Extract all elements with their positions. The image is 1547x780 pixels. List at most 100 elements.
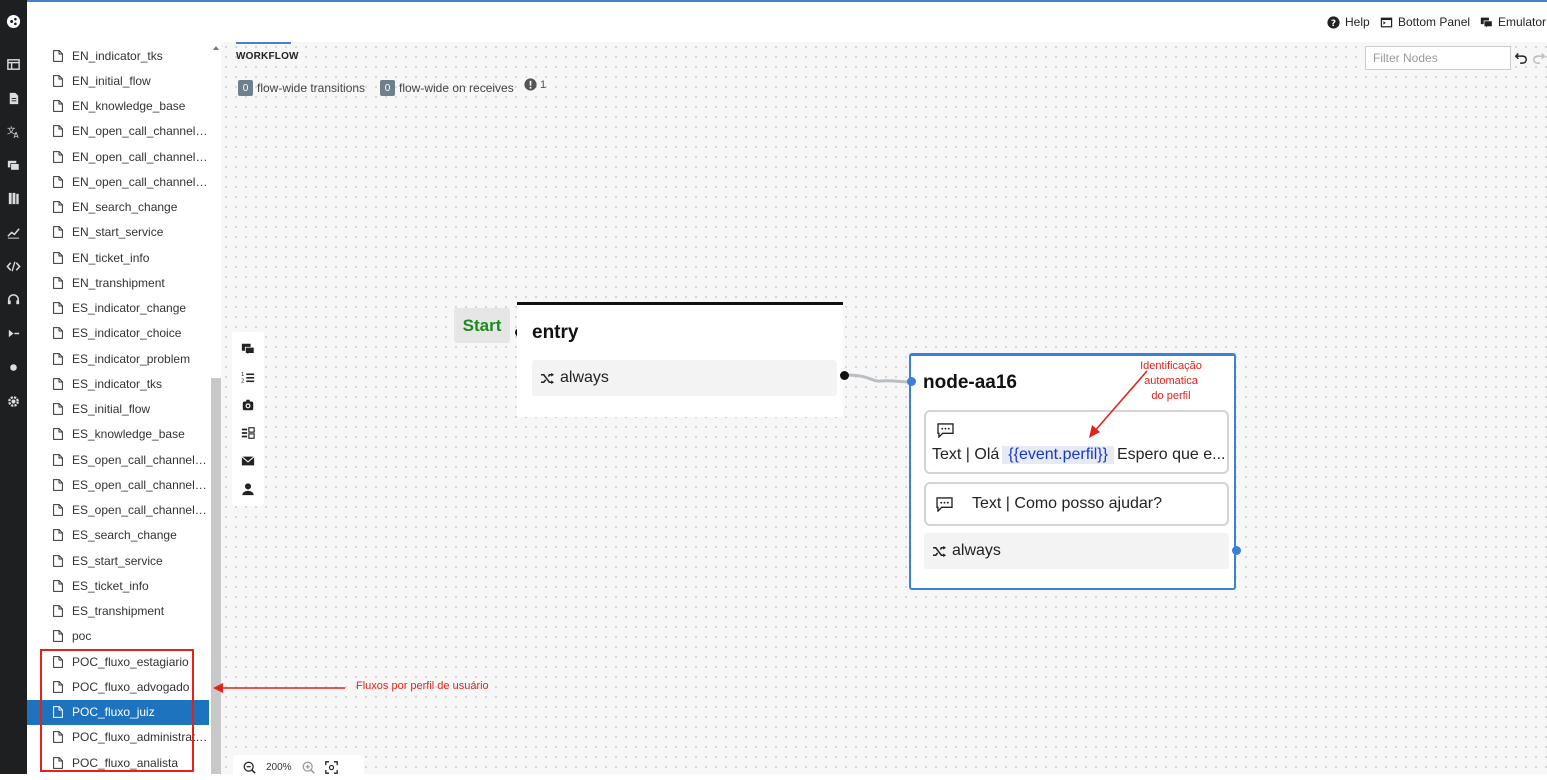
- sidebar-item-flow-file[interactable]: EN_open_call_channel_w...: [27, 169, 209, 194]
- sidebar-item-label: ES_indicator_change: [72, 301, 187, 315]
- sidebar-item-flow-file[interactable]: ES_search_change: [27, 523, 209, 548]
- nlu-icon[interactable]: [0, 322, 27, 344]
- annotation-arrow-fluxos: [213, 683, 345, 693]
- warning-icon: [524, 78, 537, 91]
- palette-robot-icon[interactable]: [232, 391, 264, 419]
- palette-email-icon[interactable]: [232, 447, 264, 475]
- flow-wide-receives-label: flow-wide on receives: [399, 81, 514, 95]
- redo-icon[interactable]: [1532, 50, 1546, 64]
- fit-to-screen-icon[interactable]: [324, 761, 338, 774]
- sidebar-item-flow-file[interactable]: EN_ticket_info: [27, 245, 209, 270]
- sidebar-item-flow-file[interactable]: ES_open_call_channel_tel...: [27, 447, 209, 472]
- sidebar-item-flow-file[interactable]: EN_open_call_channel_te...: [27, 119, 209, 144]
- document-icon[interactable]: [0, 87, 27, 109]
- sidebar-item-label: EN_open_call_channel_te...: [72, 124, 209, 139]
- zoom-controls: 200%: [233, 755, 364, 780]
- chat-icon[interactable]: [0, 154, 27, 176]
- palette-switch-icon[interactable]: [232, 419, 264, 447]
- sidebar-item-flow-file[interactable]: ES_start_service: [27, 548, 209, 573]
- terminal-icon: [1380, 17, 1393, 27]
- sidebar-item-flow-file[interactable]: EN_search_change: [27, 195, 209, 220]
- node-aa16-input-port[interactable]: [907, 377, 916, 386]
- sidebar-item-flow-file[interactable]: EN_indicator_tks: [27, 43, 209, 68]
- emulator-label: Emulator: [1498, 15, 1547, 29]
- code-icon[interactable]: [0, 255, 27, 277]
- layout-icon[interactable]: [0, 53, 27, 75]
- warning-indicator[interactable]: 1: [524, 78, 546, 91]
- sidebar-item-label: ES_ticket_info: [72, 578, 149, 593]
- sidebar-item-label: EN_open_call_channel_t...: [72, 149, 209, 164]
- entry-node-title: entry: [532, 322, 579, 343]
- message-icon: [936, 496, 953, 512]
- sidebar-item-flow-file[interactable]: ES_knowledge_base: [27, 422, 209, 447]
- sidebar-item-flow-file[interactable]: ES_ticket_info: [27, 573, 209, 598]
- message-text-1[interactable]: Text | Olá {{event.perfil}} Espero que e…: [924, 410, 1229, 474]
- sidebar-item-label: ES_indicator_tks: [72, 376, 163, 391]
- svg-text:A: A: [14, 131, 20, 139]
- translate-icon[interactable]: 文A: [0, 120, 27, 142]
- help-button[interactable]: ? Help: [1327, 13, 1370, 31]
- file-icon: [53, 605, 63, 617]
- palette-list-icon[interactable]: 12: [232, 363, 264, 391]
- entry-output-port[interactable]: [840, 371, 849, 380]
- analytics-icon[interactable]: [0, 221, 27, 243]
- sidebar-item-label: poc: [72, 629, 92, 644]
- file-icon: [53, 579, 63, 592]
- library-icon[interactable]: [0, 187, 27, 209]
- sidebar-item-flow-file[interactable]: ES_indicator_choice: [27, 321, 209, 346]
- status-dot-icon[interactable]: [0, 356, 27, 378]
- headset-icon[interactable]: [0, 288, 27, 310]
- file-icon: [53, 630, 63, 643]
- entry-transition-always[interactable]: always: [532, 360, 837, 396]
- flow-wide-receives[interactable]: 0 flow-wide on receives: [380, 80, 514, 96]
- palette-user-icon[interactable]: [232, 475, 264, 503]
- sidebar-item-flow-file[interactable]: EN_open_call_channel_t...: [27, 144, 209, 169]
- sidebar-item-flow-file[interactable]: ES_transhipment: [27, 599, 209, 624]
- sidebar-item-flow-file[interactable]: EN_start_service: [27, 220, 209, 245]
- transition-edge[interactable]: [841, 362, 916, 392]
- sidebar-item-flow-file[interactable]: EN_knowledge_base: [27, 94, 209, 119]
- sidebar-item-flow-file[interactable]: ES_indicator_problem: [27, 346, 209, 371]
- sidebar-item-flow-file[interactable]: EN_transhipment: [27, 270, 209, 295]
- annotation-arrow-perfil: [1089, 370, 1148, 438]
- tab-workflow[interactable]: WORKFLOW: [236, 42, 299, 68]
- entry-node[interactable]: entry always: [517, 302, 843, 417]
- sidebar-item-flow-file[interactable]: EN_initial_flow: [27, 68, 209, 93]
- flow-wide-transitions[interactable]: 0 flow-wide transitions: [238, 80, 365, 96]
- sidebar-item-flow-file[interactable]: ES_initial_flow: [27, 397, 209, 422]
- sidebar-item-label: EN_indicator_tks: [72, 48, 163, 63]
- message-1-suffix: Espero que e...: [1116, 446, 1226, 463]
- sidebar-item-label: EN_initial_flow: [72, 73, 151, 88]
- sidebar-item-flow-file[interactable]: ES_open_call_channel_w...: [27, 498, 209, 523]
- node-aa16-transition-label: always: [952, 542, 1001, 559]
- node-aa16-transition-always[interactable]: always: [924, 533, 1229, 569]
- undo-icon[interactable]: [1514, 50, 1528, 64]
- sidebar-item-flow-file[interactable]: ES_open_call_channel_t...: [27, 472, 209, 497]
- file-icon: [53, 352, 63, 365]
- emulator-button[interactable]: Emulator: [1480, 13, 1546, 31]
- file-icon: [53, 251, 63, 264]
- bottom-panel-button[interactable]: Bottom Panel: [1380, 13, 1470, 31]
- sidebar-item-label: ES_open_call_channel_w...: [72, 503, 209, 517]
- entry-transition-label: always: [560, 369, 609, 386]
- file-icon: [53, 201, 63, 213]
- message-2-text: Text | Como posso ajudar?: [972, 495, 1163, 512]
- start-badge[interactable]: Start: [454, 308, 510, 343]
- warning-count: 1: [540, 78, 547, 91]
- logo-icon[interactable]: [0, 10, 27, 32]
- filter-nodes-input[interactable]: [1365, 46, 1511, 70]
- zoom-in-icon[interactable]: [302, 761, 315, 774]
- palette-chat-icon[interactable]: [232, 335, 264, 363]
- gear-icon[interactable]: [0, 390, 27, 412]
- node-aa16-output-port[interactable]: [1232, 546, 1241, 555]
- sidebar-item-flow-file[interactable]: ES_indicator_tks: [27, 371, 209, 396]
- scroll-up-arrow-icon[interactable]: [213, 46, 219, 50]
- zoom-out-icon[interactable]: [243, 761, 256, 774]
- workflow-canvas[interactable]: WORKFLOW 0 flow-wide transitions 0 flow-…: [221, 42, 1547, 780]
- sidebar-item-label: EN_start_service: [72, 225, 164, 240]
- sidebar-item-flow-file[interactable]: ES_indicator_change: [27, 296, 209, 321]
- sidebar-item-label: ES_open_call_channel_t...: [72, 477, 209, 492]
- sidebar-scroll-thumb[interactable]: [211, 378, 221, 774]
- message-text-2[interactable]: Text | Como posso ajudar?: [924, 482, 1229, 526]
- sidebar-item-flow-file[interactable]: poc: [27, 624, 209, 649]
